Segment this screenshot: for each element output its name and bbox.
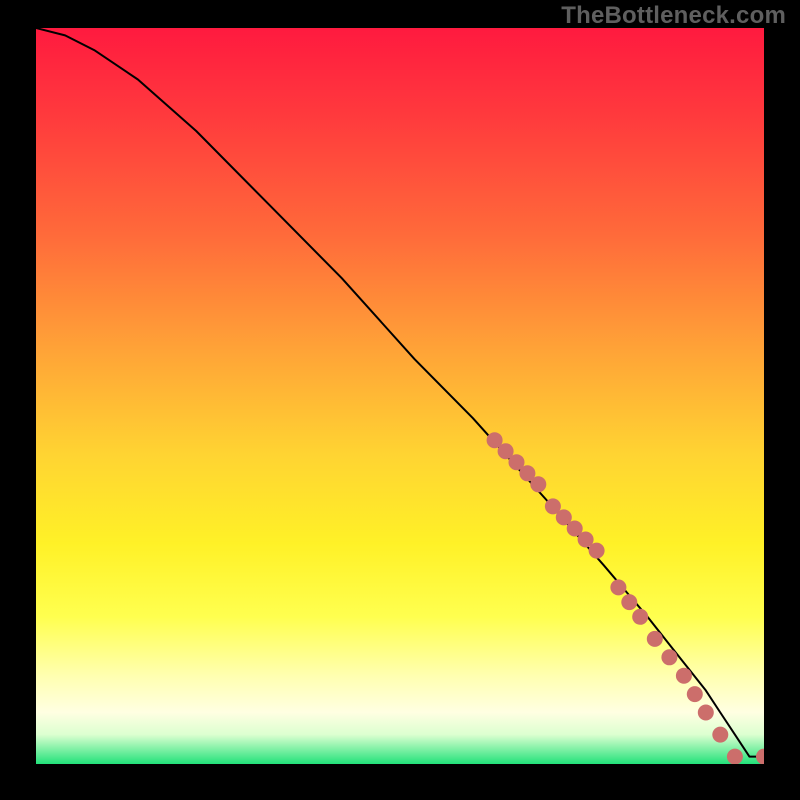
data-marker — [647, 631, 663, 647]
data-marker — [632, 609, 648, 625]
data-marker — [712, 727, 728, 743]
data-marker — [756, 749, 764, 764]
chart-frame: TheBottleneck.com — [0, 0, 800, 800]
watermark-text: TheBottleneck.com — [561, 2, 786, 30]
plot-area — [36, 28, 764, 764]
data-marker — [687, 686, 703, 702]
data-marker — [621, 594, 637, 610]
data-marker — [610, 579, 626, 595]
data-marker — [530, 476, 546, 492]
data-marker — [676, 668, 692, 684]
curve-layer — [36, 28, 764, 764]
data-marker — [661, 649, 677, 665]
bottleneck-curve — [36, 28, 764, 757]
data-marker — [589, 543, 605, 559]
data-marker — [698, 705, 714, 721]
data-marker — [727, 749, 743, 764]
